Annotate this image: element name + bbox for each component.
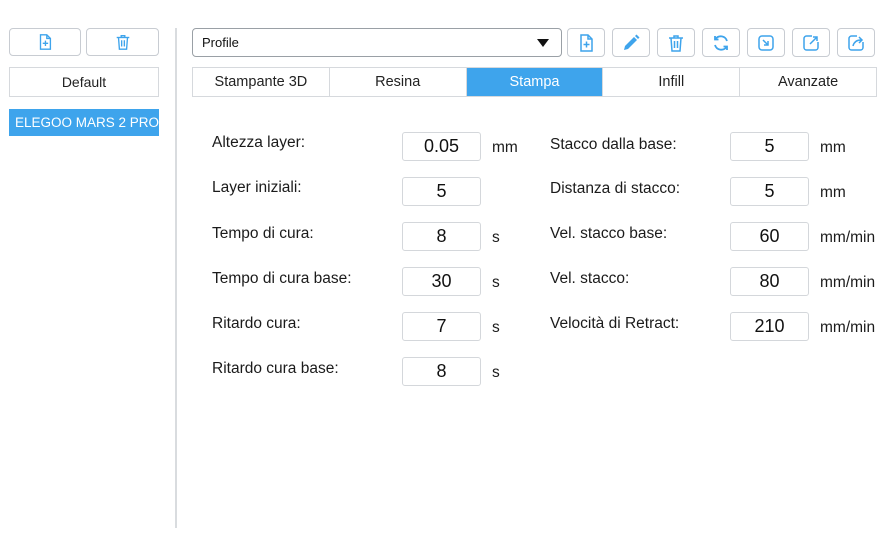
light-off-delay-input[interactable]: 7: [402, 312, 481, 341]
layer-height-label: Altezza layer:: [212, 134, 306, 151]
lift-speed-unit: mm/min: [820, 274, 876, 291]
light-off-delay-unit: s: [492, 319, 500, 336]
import-icon: [758, 34, 774, 51]
trash-icon: [669, 34, 683, 52]
add-printer-button[interactable]: [9, 28, 81, 56]
lift-distance-input[interactable]: 5: [730, 177, 809, 206]
refresh-profile-button[interactable]: [702, 28, 740, 57]
bottom-light-off-delay-label: Ritardo cura base:: [212, 360, 339, 377]
tab-avanzate[interactable]: Avanzate: [740, 68, 876, 96]
delete-profile-button[interactable]: [657, 28, 695, 57]
edit-profile-button[interactable]: [612, 28, 650, 57]
bottom-light-off-delay-input[interactable]: 8: [402, 357, 481, 386]
default-printer-row[interactable]: Default: [9, 67, 159, 97]
export-profile-button[interactable]: [792, 28, 830, 57]
bottom-lift-label: Stacco dalla base:: [550, 136, 677, 153]
exposure-time-label: Tempo di cura:: [212, 225, 314, 242]
delete-printer-button[interactable]: [86, 28, 159, 56]
layer-height-unit: mm: [492, 139, 518, 156]
tab-resina[interactable]: Resina: [329, 68, 467, 96]
lift-speed-input[interactable]: 80: [730, 267, 809, 296]
layer-height-input[interactable]: 0.05: [402, 132, 481, 161]
bottom-lift-unit: mm: [820, 139, 846, 156]
bottom-layers-label: Layer iniziali:: [212, 179, 302, 196]
share-profile-button[interactable]: [837, 28, 875, 57]
bottom-exposure-unit: s: [492, 274, 500, 291]
bottom-lift-input[interactable]: 5: [730, 132, 809, 161]
tab-infill[interactable]: Infill: [603, 68, 741, 96]
lift-speed-label: Vel. stacco:: [550, 270, 630, 287]
settings-tabs: Stampante 3D Resina Stampa Infill Avanza…: [192, 67, 877, 97]
import-profile-button[interactable]: [747, 28, 785, 57]
bottom-exposure-input[interactable]: 30: [402, 267, 481, 296]
bottom-layers-input[interactable]: 5: [402, 177, 481, 206]
bottom-exposure-label: Tempo di cura base:: [212, 270, 352, 287]
new-profile-button[interactable]: [567, 28, 605, 57]
retract-speed-label: Velocità di Retract:: [550, 315, 680, 332]
bottom-light-off-delay-unit: s: [492, 364, 500, 381]
bottom-lift-speed-input[interactable]: 60: [730, 222, 809, 251]
add-file-icon: [39, 34, 52, 50]
bottom-lift-speed-label: Vel. stacco base:: [550, 225, 668, 242]
exposure-time-unit: s: [492, 229, 500, 246]
profile-select-value: Profile: [202, 35, 239, 50]
profile-select[interactable]: Profile: [192, 28, 562, 57]
share-icon: [848, 34, 864, 51]
panel-divider: [175, 28, 177, 528]
refresh-icon: [714, 34, 728, 51]
retract-speed-unit: mm/min: [820, 319, 876, 336]
export-icon: [803, 34, 819, 51]
exposure-time-input[interactable]: 8: [402, 222, 481, 251]
tab-stampante-3d[interactable]: Stampante 3D: [193, 68, 330, 96]
add-file-icon: [580, 33, 593, 52]
trash-icon: [116, 35, 129, 50]
lift-distance-unit: mm: [820, 184, 846, 201]
pencil-icon: [624, 34, 640, 50]
tab-stampa[interactable]: Stampa: [466, 68, 604, 96]
bottom-lift-speed-unit: mm/min: [820, 229, 876, 246]
dropdown-caret-icon: [537, 39, 549, 47]
lift-distance-label: Distanza di stacco:: [550, 180, 681, 197]
printer-list-item[interactable]: ELEGOO MARS 2 PRO: [9, 109, 159, 136]
light-off-delay-label: Ritardo cura:: [212, 315, 301, 332]
retract-speed-input[interactable]: 210: [730, 312, 809, 341]
